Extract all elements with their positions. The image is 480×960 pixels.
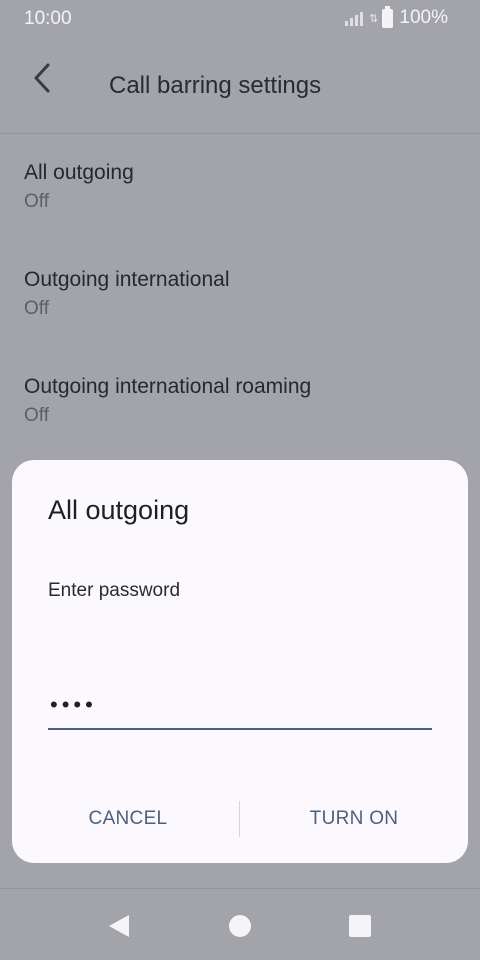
battery-icon [382,5,394,28]
status-bar: 10:00 ⇅ 100% [0,0,480,36]
status-time: 10:00 [24,8,72,29]
nav-back-triangle-icon [109,915,129,937]
signal-icon [345,10,364,26]
charging-icon: ⇅ [369,12,379,25]
arrow-back-icon [34,63,50,93]
page-title: Call barring settings [109,72,322,99]
password-label: Enter password [48,580,181,601]
list-item-outgoing-international[interactable]: Outgoing international Off [0,242,480,349]
nav-recents-button[interactable] [345,911,375,941]
list-item-title: Outgoing international roaming [24,375,312,398]
dialog-title: All outgoing [48,495,190,525]
list-item-status: Off [24,405,49,426]
battery-percentage: 100% [399,7,448,28]
password-input[interactable]: •••• [48,692,432,730]
navigation-bar [0,888,480,960]
list-item-title: Outgoing international [24,268,230,291]
list-item-status: Off [24,191,49,212]
button-divider [239,801,240,837]
screen: 10:00 ⇅ 100% Call barring settings All o… [0,0,480,960]
password-dialog: All outgoing Enter password •••• CANCEL … [12,460,468,863]
status-icons: ⇅ 100% [345,5,448,29]
nav-home-circle-icon [229,915,251,937]
app-bar: Call barring settings [0,36,480,134]
dialog-actions: CANCEL TURN ON [12,801,468,837]
turn-on-button[interactable]: TURN ON [296,801,412,837]
back-button[interactable] [22,56,62,100]
list-item-all-outgoing[interactable]: All outgoing Off [0,135,480,242]
cancel-button[interactable]: CANCEL [70,801,186,837]
list-item-outgoing-international-roaming[interactable]: Outgoing international roaming Off [0,349,480,456]
list-item-title: All outgoing [24,161,134,184]
nav-home-button[interactable] [225,911,255,941]
list-item-status: Off [24,298,49,319]
nav-back-button[interactable] [104,911,134,941]
nav-recents-square-icon [349,915,371,937]
